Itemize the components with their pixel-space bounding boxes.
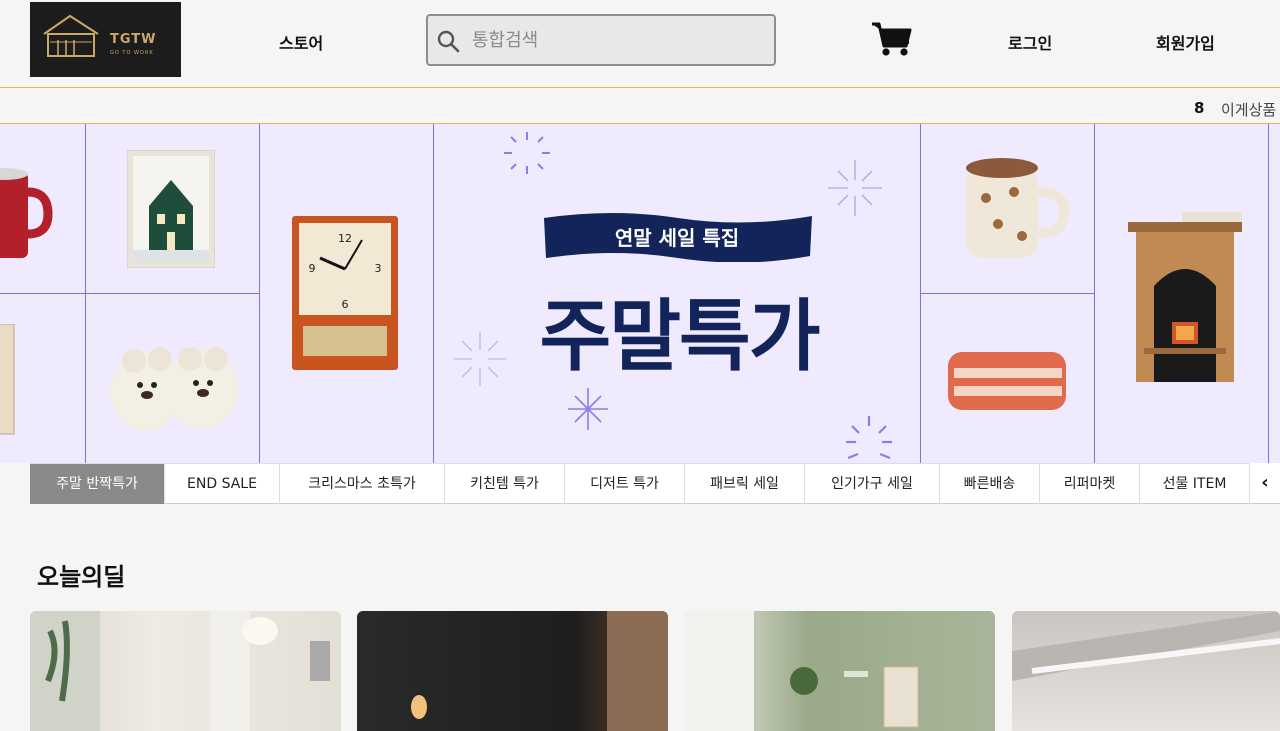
banner-divider <box>1094 124 1095 463</box>
banner-divider <box>259 124 260 463</box>
banner-title: 주말특가 <box>539 292 820 382</box>
ticker-rank: 8 <box>1194 99 1205 117</box>
tab-fabric-sale[interactable]: 패브릭 세일 <box>685 464 805 504</box>
ticker-text[interactable]: 이게상품 <box>1221 99 1276 120</box>
deal-photo-green-room <box>684 611 919 731</box>
wall-clock-image: 12 3 6 9 <box>292 216 398 370</box>
sparkle-decoration-icon <box>828 160 882 216</box>
deal-photo-room <box>30 611 330 731</box>
tab-christmas-sale[interactable]: 크리스마스 초특가 <box>280 464 445 504</box>
nav-store-link[interactable]: 스토어 <box>279 30 323 54</box>
category-tabs: 주말 반짝특가 END SALE 크리스마스 초특가 키친템 특가 디저트 특가… <box>30 463 1280 504</box>
search-icon[interactable] <box>436 29 462 55</box>
banner-divider <box>433 124 434 463</box>
tab-end-sale[interactable]: END SALE <box>165 464 280 504</box>
deal-photo-dark-room <box>411 611 668 731</box>
banner-divider <box>920 293 1094 294</box>
sparkle-decoration-icon <box>846 416 892 460</box>
bear-slippers-image <box>110 347 238 431</box>
folded-blanket-image <box>948 352 1066 410</box>
banner-divider <box>1268 124 1269 463</box>
promo-banner[interactable]: 12 3 6 9 연말 세일 특집 주말특가 <box>0 124 1280 463</box>
svg-text:12: 12 <box>338 232 352 245</box>
deal-card-image[interactable] <box>30 611 341 731</box>
framed-house-art-image <box>127 150 215 268</box>
tab-fast-delivery[interactable]: 빠른배송 <box>940 464 1040 504</box>
house-logo-icon <box>43 14 99 57</box>
ranking-ticker[interactable]: 8 이게상품 <box>0 87 1280 124</box>
svg-text:3: 3 <box>375 262 382 275</box>
search-input[interactable] <box>472 26 762 54</box>
banner-subtitle: 연말 세일 특집 <box>614 226 740 250</box>
sparkle-decoration-icon <box>568 388 608 430</box>
deal-photo-ceiling <box>1012 611 1280 681</box>
login-link[interactable]: 로그인 <box>1008 30 1052 54</box>
deal-card-image[interactable] <box>684 611 995 731</box>
banner-divider <box>0 293 259 294</box>
tab-refurb-market[interactable]: 리퍼마켓 <box>1040 464 1140 504</box>
logo-subtext: GO TO WORK <box>110 50 154 56</box>
site-header: TGTW GO TO WORK 스토어 로그인 회원가입 <box>0 0 1280 87</box>
tab-furniture-sale[interactable]: 인기가구 세일 <box>805 464 940 504</box>
sparkle-decoration-icon <box>504 132 550 174</box>
svg-text:6: 6 <box>342 298 349 311</box>
tabs-prev-arrow-icon[interactable]: ‹ <box>1250 463 1280 504</box>
tab-weekend-flash-sale[interactable]: 주말 반짝특가 <box>30 464 165 504</box>
cart-icon[interactable] <box>870 20 912 58</box>
bear-mug-image <box>966 158 1070 258</box>
svg-text:9: 9 <box>309 262 316 275</box>
search-box <box>426 14 776 66</box>
tab-kitchen-sale[interactable]: 키친템 특가 <box>445 464 565 504</box>
logo-text: TGTW <box>110 32 157 47</box>
red-mug-image <box>0 168 53 258</box>
cropped-frame-image <box>0 324 15 435</box>
sparkle-decoration-icon <box>454 332 506 386</box>
signup-link[interactable]: 회원가입 <box>1156 30 1215 54</box>
tab-dessert-sale[interactable]: 디저트 특가 <box>565 464 685 504</box>
side-table-lamp-image <box>1128 212 1242 382</box>
deal-card-image[interactable] <box>357 611 668 731</box>
section-title-todays-deal: 오늘의딜 <box>37 563 126 591</box>
tab-gift-item[interactable]: 선물 ITEM <box>1140 464 1250 504</box>
logo[interactable]: TGTW GO TO WORK <box>30 2 181 77</box>
deal-card-image[interactable] <box>1012 611 1280 731</box>
